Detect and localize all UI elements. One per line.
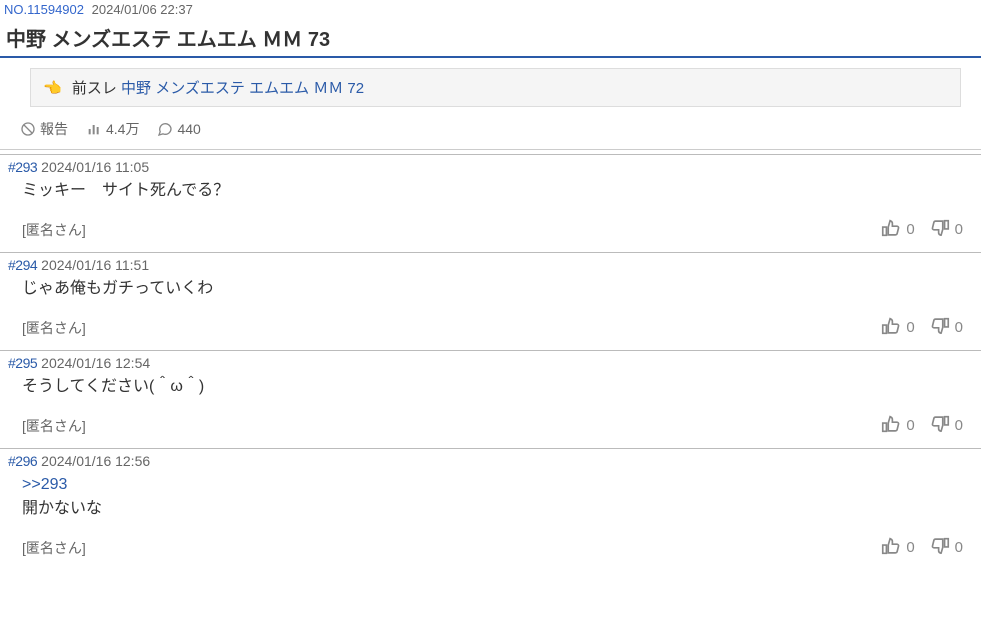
thread-number[interactable]: NO.11594902 [4, 2, 84, 17]
prev-thread-box: 👈 前スレ 中野 メンズエステ エムエム ＭＭ 72 [30, 68, 961, 107]
downvote-button[interactable]: 0 [929, 217, 963, 242]
poster-name: [匿名さん] [22, 416, 86, 436]
downvote-count: 0 [955, 539, 963, 556]
post-number[interactable]: #295 [8, 355, 37, 371]
downvote-count: 0 [955, 417, 963, 434]
downvote-count: 0 [955, 319, 963, 336]
comments-count: 440 [177, 121, 200, 137]
downvote-button[interactable]: 0 [929, 413, 963, 438]
post-footer: [匿名さん] 0 0 [8, 313, 973, 344]
stats-row: 報告 4.4万 440 [0, 115, 981, 150]
post-date: 2024/01/16 11:51 [41, 257, 149, 273]
post-footer: [匿名さん] 0 0 [8, 533, 973, 564]
thread-title: 中野 メンズエステ エムエム ＭＭ 73 [0, 19, 981, 58]
thumbs-up-icon [880, 413, 902, 438]
post-body: >>293 開かないな [8, 469, 973, 533]
post-number[interactable]: #296 [8, 453, 37, 469]
downvote-button[interactable]: 0 [929, 315, 963, 340]
report-label: 報告 [40, 119, 68, 139]
prev-thread-link[interactable]: 中野 メンズエステ エムエム ＭＭ 72 [121, 80, 364, 97]
upvote-count: 0 [906, 221, 914, 238]
ban-icon [20, 121, 36, 137]
post-date: 2024/01/16 12:56 [41, 453, 150, 469]
poster-name: [匿名さん] [22, 538, 86, 558]
upvote-button[interactable]: 0 [880, 535, 914, 560]
post-body: じゃあ俺もガチっていくわ [8, 273, 973, 313]
thumbs-down-icon [929, 535, 951, 560]
downvote-count: 0 [955, 221, 963, 238]
post: #2932024/01/16 11:05 ミッキー サイト死んでる？ [匿名さん] 0… [0, 154, 981, 252]
post-body: そうしてください(＾ω＾) [8, 371, 973, 411]
thumbs-up-icon [880, 217, 902, 242]
post: #2952024/01/16 12:54 そうしてください(＾ω＾) [匿名さん] 0… [0, 350, 981, 448]
post: #2962024/01/16 12:56 >>293 開かないな [匿名さん] 0 0 [0, 448, 981, 570]
thread-date: 2024/01/06 22:37 [92, 2, 193, 17]
speech-bubble-icon [157, 121, 173, 137]
upvote-button[interactable]: 0 [880, 315, 914, 340]
thumbs-down-icon [929, 217, 951, 242]
report-button[interactable]: 報告 [20, 119, 68, 139]
upvote-button[interactable]: 0 [880, 413, 914, 438]
post-header: #2942024/01/16 11:51 [8, 257, 973, 273]
upvote-button[interactable]: 0 [880, 217, 914, 242]
post-number[interactable]: #294 [8, 257, 37, 273]
post-date: 2024/01/16 12:54 [41, 355, 150, 371]
post-body: ミッキー サイト死んでる？ [8, 175, 973, 215]
post-text: じゃあ俺もガチっていくわ [22, 280, 213, 297]
post-text: 開かないな [22, 500, 102, 517]
comments-stat[interactable]: 440 [157, 121, 200, 137]
post-text: そうしてください(＾ω＾) [22, 378, 204, 395]
bar-chart-icon [86, 121, 102, 137]
post-footer: [匿名さん] 0 0 [8, 411, 973, 442]
post: #2942024/01/16 11:51 じゃあ俺もガチっていくわ [匿名さん] 0 0 [0, 252, 981, 350]
poster-name: [匿名さん] [22, 318, 86, 338]
post-footer: [匿名さん] 0 0 [8, 215, 973, 246]
post-header: #2952024/01/16 12:54 [8, 355, 973, 371]
post-date: 2024/01/16 11:05 [41, 159, 149, 175]
thumbs-down-icon [929, 413, 951, 438]
post-header: #2932024/01/16 11:05 [8, 159, 973, 175]
post-header: #2962024/01/16 12:56 [8, 453, 973, 469]
post-text: ミッキー サイト死んでる？ [22, 182, 229, 199]
upvote-count: 0 [906, 319, 914, 336]
views-count: 4.4万 [106, 119, 139, 139]
poster-name: [匿名さん] [22, 220, 86, 240]
thumbs-up-icon [880, 315, 902, 340]
reply-reference-link[interactable]: >>293 [22, 476, 67, 493]
downvote-button[interactable]: 0 [929, 535, 963, 560]
prev-thread-label: 前スレ [72, 80, 117, 97]
post-number[interactable]: #293 [8, 159, 37, 175]
thumbs-up-icon [880, 535, 902, 560]
upvote-count: 0 [906, 539, 914, 556]
thumbs-down-icon [929, 315, 951, 340]
views-stat[interactable]: 4.4万 [86, 119, 139, 139]
thread-meta: NO.11594902 2024/01/06 22:37 [0, 0, 981, 19]
upvote-count: 0 [906, 417, 914, 434]
pointing-hand-icon: 👈 [43, 80, 62, 97]
